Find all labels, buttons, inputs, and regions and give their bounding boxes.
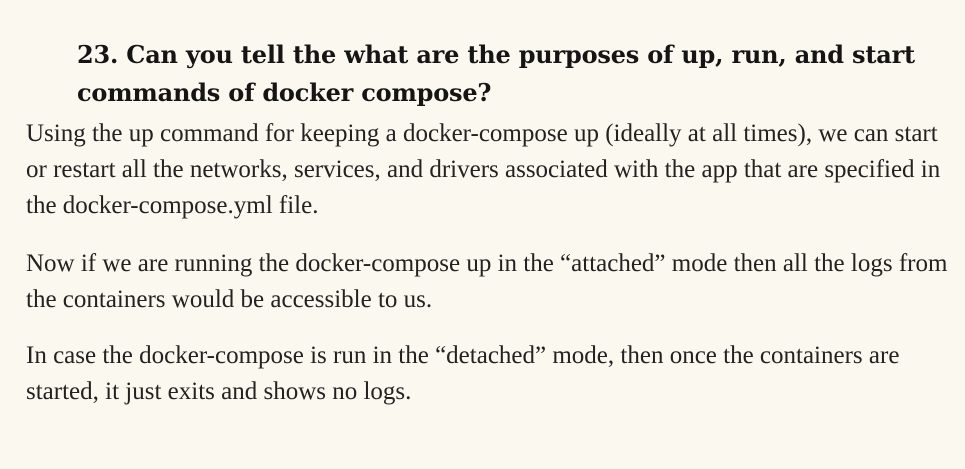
- answer-paragraph-up-command: Using the up command for keeping a docke…: [26, 120, 941, 219]
- question-heading: 23. Can you tell the what are the purpos…: [77, 40, 915, 107]
- article-page: 23. Can you tell the what are the purpos…: [0, 0, 965, 469]
- answer-paragraph-attached-mode: Now if we are running the docker-compose…: [26, 250, 948, 313]
- answer-paragraph-detached-mode: In case the docker-compose is run in the…: [26, 342, 900, 405]
